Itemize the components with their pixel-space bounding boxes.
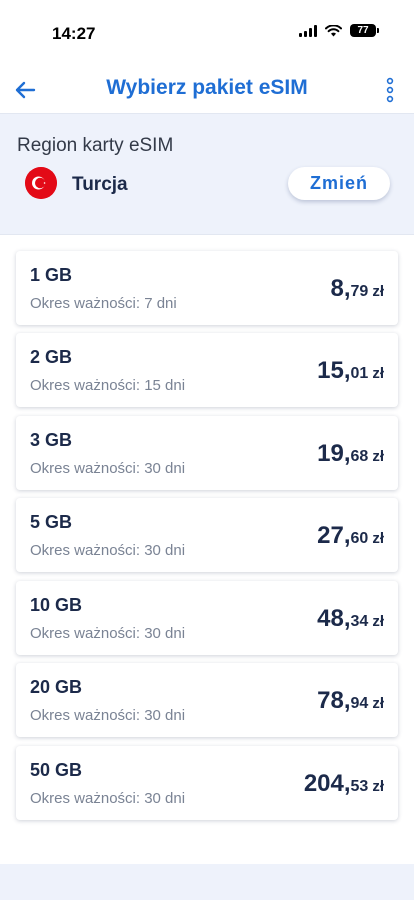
wifi-icon (325, 24, 342, 36)
price-currency: zł (372, 530, 384, 547)
package-size: 10 GB (30, 595, 83, 615)
package-card-1gb[interactable]: 1 GB Okres ważności: 7 dni 8,79 zł (16, 251, 398, 325)
package-size: 1 GB (30, 265, 73, 285)
package-card-2gb[interactable]: 2 GB Okres ważności: 15 dni 15,01 zł (16, 333, 398, 407)
package-price: 8,79 zł (331, 275, 385, 303)
price-decimal: 01 (350, 365, 369, 382)
price-currency: zł (372, 448, 384, 465)
price-currency: zł (372, 365, 384, 382)
country-name: Turcja (72, 174, 128, 195)
price-integer: 8 (330, 275, 344, 302)
price-separator: , (343, 522, 351, 549)
package-size: 20 GB (30, 677, 83, 697)
status-time: 14:27 (52, 24, 96, 43)
price-integer: 204 (303, 770, 344, 797)
change-region-button[interactable]: Zmień (288, 167, 390, 200)
more-vertical-icon[interactable] (384, 76, 396, 104)
price-decimal: 34 (350, 613, 369, 630)
page-title: Wybierz pakiet eSIM (106, 76, 308, 99)
cellular-signal-icon (299, 24, 317, 37)
price-decimal: 79 (350, 283, 369, 300)
package-card-3gb[interactable]: 3 GB Okres ważności: 30 dni 19,68 zł (16, 416, 398, 490)
package-validity: Okres ważności: 30 dni (30, 790, 186, 807)
price-currency: zł (372, 695, 384, 712)
price-separator: , (343, 357, 351, 384)
price-separator: , (343, 605, 351, 632)
price-decimal: 94 (350, 695, 369, 712)
package-size: 2 GB (30, 347, 73, 367)
package-validity: Okres ważności: 30 dni (30, 460, 186, 477)
price-currency: zł (372, 613, 384, 630)
package-card-20gb[interactable]: 20 GB Okres ważności: 30 dni 78,94 zł (16, 663, 398, 737)
package-validity: Okres ważności: 30 dni (30, 625, 186, 642)
price-separator: , (343, 687, 351, 714)
turkey-flag-icon (25, 167, 57, 199)
status-bar: 14:27 77 (0, 0, 414, 66)
package-card-10gb[interactable]: 10 GB Okres ważności: 30 dni 48,34 zł (16, 581, 398, 655)
package-size: 5 GB (30, 512, 73, 532)
package-validity: Okres ważności: 7 dni (30, 295, 177, 312)
package-price: 204,53 zł (304, 770, 384, 798)
package-validity: Okres ważności: 30 dni (30, 707, 186, 724)
price-decimal: 60 (350, 530, 369, 547)
package-price: 48,34 zł (317, 605, 384, 633)
package-price: 27,60 zł (317, 522, 384, 550)
app-header: Wybierz pakiet eSIM (0, 66, 414, 114)
price-decimal: 53 (350, 778, 369, 795)
price-separator: , (343, 770, 351, 797)
price-decimal: 68 (350, 448, 369, 465)
package-validity: Okres ważności: 15 dni (30, 377, 186, 394)
price-currency: zł (372, 778, 384, 795)
bottom-band (0, 864, 414, 900)
package-size: 50 GB (30, 760, 83, 780)
region-section: Region karty eSIM Turcja Zmień (0, 115, 414, 233)
price-separator: , (343, 440, 351, 467)
package-card-5gb[interactable]: 5 GB Okres ważności: 30 dni 27,60 zł (16, 498, 398, 572)
battery-icon: 77 (350, 24, 379, 37)
package-price: 78,94 zł (317, 687, 384, 715)
region-label: Region karty eSIM (17, 135, 174, 156)
price-integer: 15 (317, 357, 344, 384)
price-integer: 27 (317, 522, 344, 549)
package-price: 19,68 zł (317, 440, 384, 468)
status-icons: 77 (299, 24, 379, 37)
price-separator: , (343, 275, 351, 302)
price-currency: zł (372, 283, 384, 300)
package-size: 3 GB (30, 430, 73, 450)
price-integer: 19 (317, 440, 344, 467)
package-card-50gb[interactable]: 50 GB Okres ważności: 30 dni 204,53 zł (16, 746, 398, 820)
price-integer: 48 (317, 605, 344, 632)
package-validity: Okres ważności: 30 dni (30, 542, 186, 559)
package-price: 15,01 zł (317, 357, 384, 385)
package-list: 1 GB Okres ważności: 7 dni 8,79 zł 2 GB O… (0, 234, 414, 864)
price-integer: 78 (317, 687, 344, 714)
